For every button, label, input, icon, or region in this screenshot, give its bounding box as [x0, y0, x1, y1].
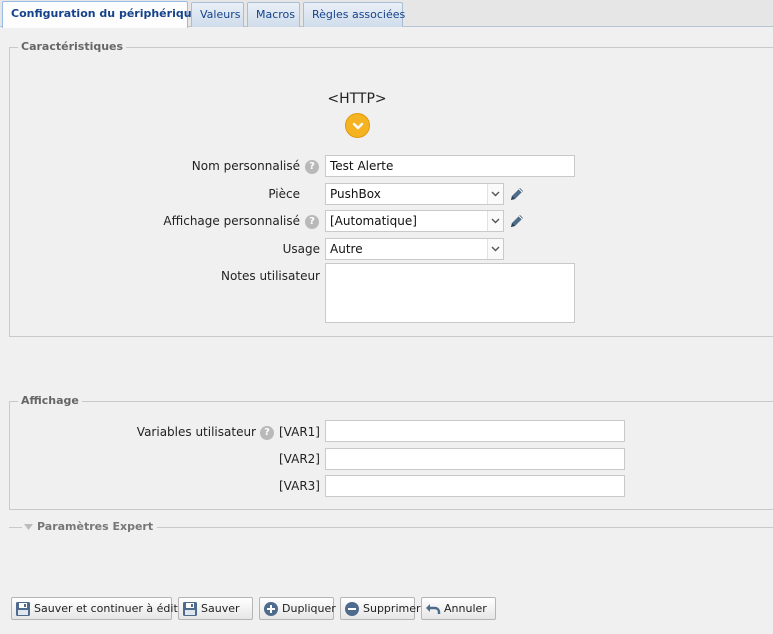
room-dropdown-trigger[interactable] [487, 184, 503, 204]
duplicate-button[interactable]: Dupliquer [259, 597, 336, 620]
expert-parameters-label: Paramètres Expert [37, 520, 154, 533]
usage-select[interactable]: Autre [325, 238, 504, 260]
chevron-down-icon [491, 246, 500, 252]
name-input[interactable]: Test Alerte [325, 155, 575, 177]
var2-label: [VAR2] [279, 452, 320, 466]
notes-label: Notes utilisateur [220, 269, 320, 283]
room-select-value: PushBox [330, 187, 381, 201]
tab-values[interactable]: Valeurs [191, 2, 244, 27]
save-label: Sauver [201, 602, 240, 615]
plus-circle-icon [264, 601, 278, 616]
display-label: Affichage personnalisé [163, 214, 300, 228]
tab-macros[interactable]: Macros [247, 2, 300, 27]
var1-label: [VAR1] [279, 425, 320, 439]
tab-associated-rules[interactable]: Règles associées [303, 2, 405, 27]
expert-parameters-toggle[interactable]: Paramètres Expert [22, 520, 158, 534]
display-select[interactable]: [Automatique] [325, 210, 504, 232]
characteristics-legend: Caractéristiques [18, 40, 127, 54]
pencil-icon[interactable] [508, 185, 526, 203]
display-legend: Affichage [18, 394, 82, 408]
name-label: Nom personnalisé [191, 159, 300, 173]
usage-select-value: Autre [330, 242, 363, 256]
pencil-icon[interactable] [508, 212, 526, 230]
help-icon[interactable]: ? [305, 215, 319, 229]
tab-device-configuration[interactable]: Configuration du périphérique [2, 1, 199, 28]
chevron-down-icon [491, 191, 500, 197]
chevron-down-icon [491, 218, 500, 224]
duplicate-label: Dupliquer [282, 602, 336, 615]
room-label: Pièce [268, 187, 300, 201]
save-icon [183, 601, 197, 616]
user-variables-label: Variables utilisateur [136, 425, 256, 439]
undo-icon [426, 603, 441, 614]
brand-collapse-button[interactable] [345, 113, 370, 138]
usage-dropdown-trigger[interactable] [487, 239, 503, 259]
var3-label: [VAR3] [279, 479, 320, 493]
delete-button[interactable]: Supprimer [340, 597, 421, 620]
save-button[interactable]: Sauver [178, 597, 253, 620]
triangle-down-icon [24, 524, 33, 530]
delete-label: Supprimer [363, 602, 421, 615]
display-dropdown-trigger[interactable] [487, 211, 503, 231]
tab-bar: Configuration du périphérique Valeurs Ma… [0, 0, 773, 28]
display-select-value: [Automatique] [330, 214, 417, 228]
save-icon [16, 601, 30, 616]
cancel-button[interactable]: Annuler [421, 597, 496, 620]
chevron-down-icon [352, 122, 363, 129]
device-brand-title: <HTTP> [327, 91, 387, 107]
var1-input[interactable] [325, 420, 625, 442]
save-continue-button[interactable]: Sauver et continuer à éditer [11, 597, 189, 620]
var2-input[interactable] [325, 448, 625, 470]
save-continue-label: Sauver et continuer à éditer [34, 602, 190, 615]
cancel-label: Annuler [444, 602, 487, 615]
help-icon[interactable]: ? [305, 160, 319, 174]
help-icon[interactable]: ? [260, 426, 274, 440]
minus-circle-icon [345, 601, 359, 616]
room-select[interactable]: PushBox [325, 183, 504, 205]
notes-textarea[interactable] [325, 263, 575, 323]
usage-label: Usage [282, 242, 320, 256]
var3-input[interactable] [325, 475, 625, 497]
